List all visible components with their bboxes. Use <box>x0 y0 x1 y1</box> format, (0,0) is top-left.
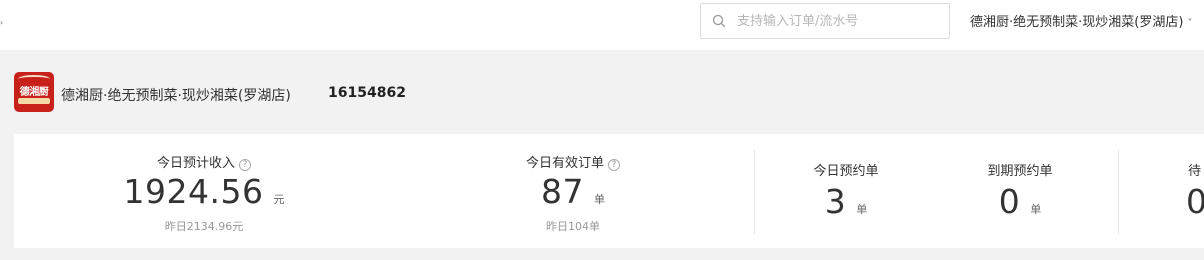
stats-divider <box>754 150 755 234</box>
store-switcher-label: 德湘厨·绝无预制菜·现炒湘菜(罗湖店) <box>970 15 1184 30</box>
stat-orders-label: 今日有效订单 <box>525 156 604 171</box>
search-icon <box>712 14 726 28</box>
logo-banner-decoration <box>18 98 50 104</box>
stat-due-reservations-label: 到期预约单 <box>987 164 1053 179</box>
stat-due-reservations-value: 0 <box>998 182 1021 221</box>
stat-income-value: 1924.56 <box>123 172 264 211</box>
help-icon[interactable]: ? <box>239 159 251 171</box>
stat-income-label: 今日预计收入 <box>156 156 235 171</box>
stat-orders-value-row: 87 单 <box>463 172 683 211</box>
stat-income-value-row: 1924.56 元 <box>94 172 314 211</box>
order-search-input[interactable] <box>737 10 937 32</box>
stat-reservations-value: 3 <box>824 182 847 221</box>
logo-text: 德湘厨 <box>19 87 49 98</box>
stat-pending-value-row: 0 <box>1186 182 1204 221</box>
stat-income: 今日预计收入? 1924.56 元 昨日2134.96元 <box>94 134 314 248</box>
store-id: 16154862 <box>328 85 406 101</box>
stats-divider <box>1118 150 1119 234</box>
top-bar: › 德湘厨·绝无预制菜·现炒湘菜(罗湖店)˅ <box>0 0 1204 50</box>
order-search-box[interactable] <box>700 3 950 39</box>
stat-reservations-value-row: 3单 <box>759 182 933 221</box>
store-logo: 德湘厨 <box>14 72 54 112</box>
chevron-down-icon: ˅ <box>1187 18 1193 29</box>
store-name: 德湘厨·绝无预制菜·现炒湘菜(罗湖店) <box>61 88 291 104</box>
stat-income-unit: 元 <box>273 193 285 206</box>
stat-orders-unit: 单 <box>594 193 605 206</box>
stat-orders-value: 87 <box>541 172 584 211</box>
stat-income-label-row: 今日预计收入? <box>94 152 314 171</box>
stat-orders-label-row: 今日有效订单? <box>463 152 683 171</box>
stat-orders: 今日有效订单? 87 单 昨日104单 <box>463 134 683 248</box>
stat-orders-yesterday: 昨日104单 <box>546 220 600 233</box>
store-switcher[interactable]: 德湘厨·绝无预制菜·现炒湘菜(罗湖店) ˅ <box>970 11 1192 31</box>
collapse-caret-icon[interactable]: › <box>0 19 4 27</box>
stat-due-reservations[interactable]: 到期预约单 0单 <box>933 134 1107 248</box>
store-header: 德湘厨 德湘厨·绝无预制菜·现炒湘菜(罗湖店) 16154862 <box>14 72 614 112</box>
stat-pending[interactable]: 待 0 <box>1174 134 1204 248</box>
stat-due-reservations-unit: 单 <box>1030 203 1042 216</box>
stat-reservations-unit: 单 <box>856 203 868 216</box>
stat-income-yesterday: 昨日2134.96元 <box>164 220 244 233</box>
stat-due-reservations-value-row: 0单 <box>933 182 1107 221</box>
stat-reservations-label: 今日预约单 <box>813 164 879 179</box>
stat-pending-value: 0 <box>1186 182 1204 221</box>
logo-arc-decoration <box>18 75 50 83</box>
stat-reservations[interactable]: 今日预约单 3单 <box>759 134 933 248</box>
help-icon[interactable]: ? <box>608 159 620 171</box>
stats-panel: 今日预计收入? 1924.56 元 昨日2134.96元 今日有效订单? 87 单 … <box>14 134 1204 248</box>
stat-pending-label: 待 <box>1188 164 1202 179</box>
